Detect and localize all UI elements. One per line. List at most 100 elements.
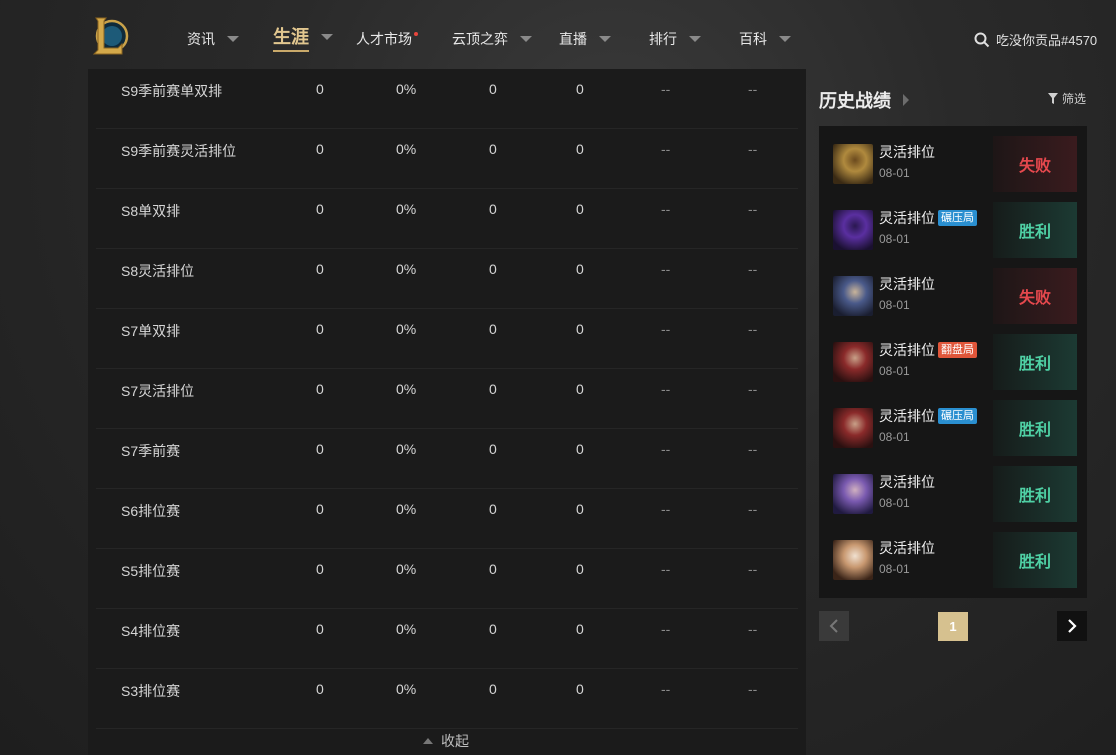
filter-icon [1048, 93, 1058, 104]
chevron-left-icon [829, 619, 838, 633]
nav-item-label: 直播 [559, 31, 587, 47]
match-item[interactable]: 灵活排位 翻盘局 08-01 胜利 [819, 324, 1087, 390]
prev-page-button[interactable] [819, 611, 849, 641]
match-item[interactable]: 灵活排位 碾压局 08-01 胜利 [819, 192, 1087, 258]
season-name: S7灵活排位 [121, 383, 195, 399]
stat-cell: 0 [576, 501, 584, 517]
table-row: S7季前赛 0 0% 0 0 -- -- [96, 429, 798, 489]
match-tag-badge: 碾压局 [938, 408, 977, 424]
search-icon[interactable] [974, 32, 990, 48]
nav-item-2[interactable]: 人才市场 [356, 28, 418, 50]
nav-item-label: 百科 [739, 31, 767, 47]
champion-avatar[interactable] [833, 342, 873, 382]
notification-dot [414, 32, 418, 36]
win-badge: 胜利 [993, 400, 1077, 456]
next-page-button[interactable] [1057, 611, 1087, 641]
champion-avatar[interactable] [833, 540, 873, 580]
nav-item-0[interactable]: 资讯 [187, 28, 239, 50]
stat-cell: -- [661, 441, 671, 457]
match-item[interactable]: 灵活排位 08-01 失败 [819, 126, 1087, 192]
champion-avatar[interactable] [833, 408, 873, 448]
stat-cell: -- [748, 441, 758, 457]
stat-cell: 0 [489, 321, 497, 337]
top-nav: 资讯 生涯 人才市场 云顶之弈 直播 排行 百科 吃没你贡品#4570 [0, 0, 1116, 70]
stat-cell: 0% [396, 441, 417, 457]
stat-cell: 0% [396, 381, 417, 397]
stat-cell: 0 [576, 81, 584, 97]
match-mode: 灵活排位 翻盘局 [879, 340, 977, 360]
win-badge: 胜利 [993, 202, 1077, 258]
collapse-label: 收起 [441, 733, 469, 749]
champion-avatar[interactable] [833, 144, 873, 184]
lol-logo[interactable] [90, 14, 130, 58]
table-row: S8单双排 0 0% 0 0 -- -- [96, 189, 798, 249]
season-name: S6排位赛 [121, 503, 181, 519]
season-name: S3排位赛 [121, 683, 181, 699]
table-row: S8灵活排位 0 0% 0 0 -- -- [96, 249, 798, 309]
stat-cell: 0 [316, 261, 324, 277]
stat-cell: -- [748, 261, 758, 277]
stat-cell: -- [661, 501, 671, 517]
stat-cell: 0% [396, 81, 417, 97]
match-mode: 灵活排位 [879, 142, 935, 162]
user-search[interactable]: 吃没你贡品#4570 [974, 30, 1116, 49]
stat-cell: 0 [576, 201, 584, 217]
collapse-button[interactable]: 收起 [423, 731, 469, 751]
stat-cell: 0 [316, 681, 324, 697]
match-history-list: 灵活排位 08-01 失败 灵活排位 碾压局 08-01 胜利 灵活排位 08-01 失败 灵活排位… [819, 126, 1087, 598]
loss-badge: 失败 [993, 136, 1077, 192]
stat-cell: 0% [396, 141, 417, 157]
stat-cell: -- [661, 141, 671, 157]
stat-cell: 0 [316, 321, 324, 337]
match-item[interactable]: 灵活排位 08-01 胜利 [819, 522, 1087, 588]
table-row: S9季前赛单双排 0 0% 0 0 -- -- [96, 69, 798, 129]
stat-cell: -- [661, 81, 671, 97]
win-badge: 胜利 [993, 532, 1077, 588]
stat-cell: -- [661, 261, 671, 277]
nav-item-1[interactable]: 生涯 [273, 26, 333, 52]
win-badge: 胜利 [993, 466, 1077, 522]
stat-cell: -- [661, 381, 671, 397]
filter-button[interactable]: 筛选 [1048, 90, 1086, 107]
table-row: S7单双排 0 0% 0 0 -- -- [96, 309, 798, 369]
stat-cell: 0 [316, 141, 324, 157]
nav-item-label: 资讯 [187, 31, 215, 47]
match-item[interactable]: 灵活排位 08-01 失败 [819, 258, 1087, 324]
nav-item-label: 生涯 [273, 23, 309, 52]
match-date: 08-01 [879, 364, 910, 378]
win-badge: 胜利 [993, 334, 1077, 390]
stat-cell: 0 [576, 141, 584, 157]
nav-item-4[interactable]: 直播 [559, 28, 611, 50]
nav-item-label: 云顶之弈 [452, 31, 508, 47]
nav-item-label: 人才市场 [356, 29, 418, 49]
match-mode-label: 灵活排位 [879, 342, 935, 358]
stat-cell: -- [748, 201, 758, 217]
chevron-up-icon [423, 738, 433, 744]
champion-avatar[interactable] [833, 210, 873, 250]
history-title[interactable]: 历史战绩 [819, 87, 909, 113]
account-name[interactable]: 吃没你贡品#4570 [996, 30, 1097, 49]
stat-cell: -- [661, 561, 671, 577]
match-mode: 灵活排位 [879, 274, 935, 294]
chevron-down-icon [520, 36, 532, 42]
match-mode-label: 灵活排位 [879, 210, 935, 226]
nav-item-6[interactable]: 百科 [739, 28, 791, 50]
stat-cell: 0% [396, 681, 417, 697]
match-mode: 灵活排位 [879, 472, 935, 492]
table-row: S7灵活排位 0 0% 0 0 -- -- [96, 369, 798, 429]
nav-item-5[interactable]: 排行 [649, 28, 701, 50]
chevron-down-icon [779, 36, 791, 42]
champion-avatar[interactable] [833, 276, 873, 316]
match-item[interactable]: 灵活排位 08-01 胜利 [819, 456, 1087, 522]
champion-avatar[interactable] [833, 474, 873, 514]
stat-cell: 0 [576, 681, 584, 697]
match-mode-label: 灵活排位 [879, 276, 935, 292]
nav-item-label: 排行 [649, 31, 677, 47]
match-item[interactable]: 灵活排位 碾压局 08-01 胜利 [819, 390, 1087, 456]
history-title-label: 历史战绩 [819, 91, 891, 111]
page-number-button[interactable]: 1 [938, 612, 968, 641]
stat-cell: 0 [576, 261, 584, 277]
nav-item-3[interactable]: 云顶之弈 [452, 28, 532, 50]
season-name: S8单双排 [121, 203, 181, 219]
match-tag-badge: 翻盘局 [938, 342, 977, 358]
